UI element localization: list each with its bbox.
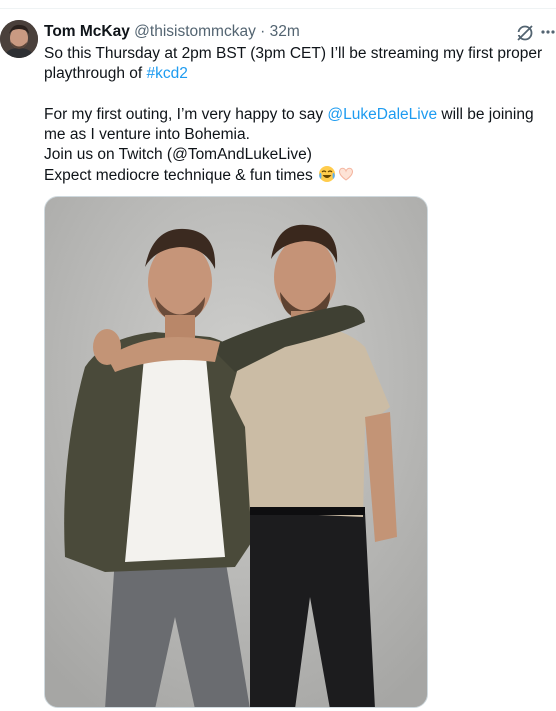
tweet-text: So this Thursday at 2pm BST (3pm CET) I’…: [44, 44, 554, 187]
tweet-photo[interactable]: [44, 196, 428, 708]
tweet-text-segment: Expect mediocre technique & fun times: [44, 167, 313, 185]
hashtag-link[interactable]: #kcd2: [147, 65, 188, 82]
tweet-paragraph-1: So this Thursday at 2pm BST (3pm CET) I’…: [44, 44, 554, 85]
separator-dot: ·: [260, 23, 266, 40]
tweet-paragraph-3: Join us on Twitch (@TomAndLukeLive): [44, 146, 312, 164]
tweet-text-segment: For my first outing, I’m very happy to s…: [44, 105, 328, 123]
tweet-paragraph-4: Expect mediocre technique & fun times: [44, 165, 554, 186]
author-name[interactable]: Tom McKay: [44, 23, 130, 40]
heart-hands-emoji: [337, 165, 355, 183]
author-handle[interactable]: @thisistommckay: [134, 23, 256, 40]
more-icon[interactable]: [540, 23, 556, 41]
grok-icon[interactable]: [516, 24, 534, 42]
timestamp[interactable]: 32m: [270, 23, 300, 40]
divider: [0, 8, 556, 9]
avatar[interactable]: [0, 20, 38, 58]
mention-link[interactable]: @LukeDaleLive: [327, 106, 437, 123]
tweet[interactable]: Tom McKay @thisistommckay · 32m So this …: [0, 0, 556, 711]
face-with-tears-of-joy-emoji: [318, 165, 336, 183]
tweet-paragraph-2: For my first outing, I’m very happy to s…: [44, 105, 554, 146]
tweet-header: Tom McKay @thisistommckay · 32m: [44, 22, 300, 42]
tweet-text-segment: So this Thursday at 2pm BST (3pm CET) I’…: [44, 45, 543, 83]
